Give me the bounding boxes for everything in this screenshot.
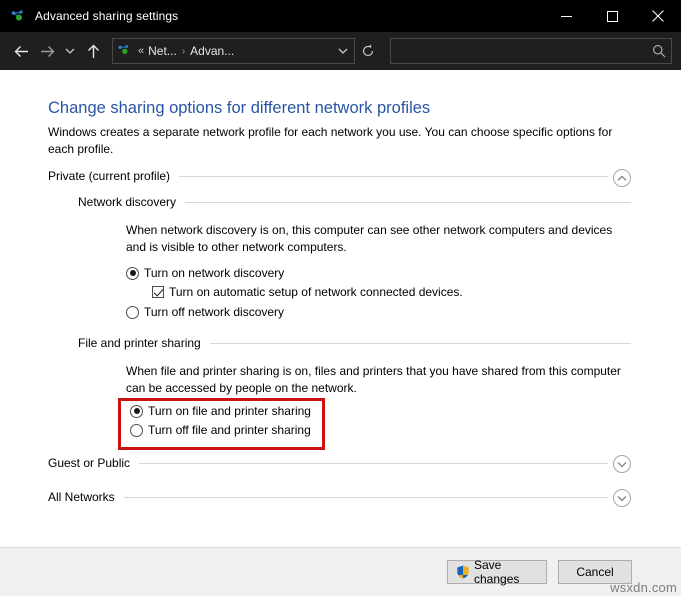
forward-button[interactable] <box>34 37 60 65</box>
subsection-rule <box>209 342 631 344</box>
section-rule <box>139 462 608 464</box>
radio-row-network-discovery-off[interactable]: Turn off network discovery <box>126 305 284 319</box>
content-area: Change sharing options for different net… <box>0 70 681 548</box>
subsection-header-network-discovery: Network discovery <box>78 195 631 209</box>
save-changes-button[interactable]: Save changes <box>447 558 547 586</box>
address-bar[interactable]: « Net... › Advan... <box>112 38 355 64</box>
uac-shield-icon <box>456 565 470 579</box>
minimize-button[interactable] <box>543 0 589 32</box>
radio-row-file-sharing-on[interactable]: Turn on file and printer sharing <box>130 404 311 418</box>
window-title: Advanced sharing settings <box>35 9 179 23</box>
search-icon[interactable] <box>647 39 671 63</box>
section-header-private[interactable]: Private (current profile) <box>48 169 608 183</box>
radio-file-sharing-on[interactable] <box>130 404 143 418</box>
page-description: Windows creates a separate network profi… <box>48 125 613 156</box>
radio-label-file-sharing-on: Turn on file and printer sharing <box>148 404 311 418</box>
address-network-sharing-icon <box>117 43 133 59</box>
subsection-header-file-printer-sharing: File and printer sharing <box>78 336 631 350</box>
section-header-all-networks[interactable]: All Networks <box>48 490 608 504</box>
back-button[interactable] <box>8 37 34 65</box>
search-box[interactable] <box>390 38 672 64</box>
watermark: wsxdn.com <box>610 580 677 595</box>
file-printer-sharing-description: When file and printer sharing is on, fil… <box>126 364 621 395</box>
cancel-label: Cancel <box>576 565 614 579</box>
page-title: Change sharing options for different net… <box>48 99 431 117</box>
subsection-label-file-printer-sharing: File and printer sharing <box>78 336 201 350</box>
title-bar: Advanced sharing settings <box>0 0 681 32</box>
subsection-label-network-discovery: Network discovery <box>78 195 177 209</box>
radio-label-network-discovery-on: Turn on network discovery <box>144 266 285 280</box>
radio-label-network-discovery-off: Turn off network discovery <box>144 305 285 319</box>
navigation-toolbar: « Net... › Advan... <box>0 32 681 70</box>
subsection-rule <box>185 201 631 203</box>
radio-row-file-sharing-off[interactable]: Turn off file and printer sharing <box>130 423 311 437</box>
checkbox-row-automatic-setup[interactable]: Turn on automatic setup of network conne… <box>152 285 463 299</box>
radio-label-file-sharing-off: Turn off file and printer sharing <box>148 423 311 437</box>
section-toggle-private[interactable] <box>613 169 631 187</box>
network-discovery-description: When network discovery is on, this compu… <box>126 223 613 254</box>
radio-network-discovery-off[interactable] <box>126 305 139 319</box>
section-header-guest-or-public[interactable]: Guest or Public <box>48 456 608 470</box>
recent-locations-button[interactable] <box>60 37 80 65</box>
checkbox-automatic-setup[interactable] <box>152 286 164 298</box>
chevron-down-icon <box>617 495 627 501</box>
save-changes-label: Save changes <box>474 558 520 586</box>
maximize-button[interactable] <box>589 0 635 32</box>
chevron-down-icon <box>617 461 627 467</box>
section-label-all-networks: All Networks <box>48 490 115 504</box>
section-rule <box>179 175 608 177</box>
chevron-down-icon[interactable] <box>332 39 354 63</box>
radio-network-discovery-on[interactable] <box>126 266 139 280</box>
refresh-icon[interactable] <box>355 38 381 64</box>
up-button[interactable] <box>80 37 106 65</box>
window-controls <box>543 0 681 32</box>
footer-bar: Save changes Cancel <box>0 547 681 596</box>
search-input[interactable] <box>391 43 647 59</box>
section-toggle-guest-or-public[interactable] <box>613 455 631 473</box>
section-label-private: Private (current profile) <box>48 169 171 183</box>
radio-row-network-discovery-on[interactable]: Turn on network discovery <box>126 266 284 280</box>
chevron-up-icon <box>617 175 627 181</box>
breadcrumb-item-advanced[interactable]: Advan... <box>190 44 234 58</box>
section-label-guest-or-public: Guest or Public <box>48 456 131 470</box>
close-button[interactable] <box>635 0 681 32</box>
breadcrumb-item-network[interactable]: Net... <box>148 44 177 58</box>
network-sharing-icon <box>10 8 26 24</box>
checkbox-label-automatic-setup: Turn on automatic setup of network conne… <box>169 285 463 299</box>
radio-file-sharing-off[interactable] <box>130 423 143 437</box>
breadcrumb-overflow[interactable]: « <box>138 45 144 57</box>
breadcrumb-separator-icon: › <box>181 45 186 57</box>
section-toggle-all-networks[interactable] <box>613 489 631 507</box>
section-rule <box>123 496 608 498</box>
